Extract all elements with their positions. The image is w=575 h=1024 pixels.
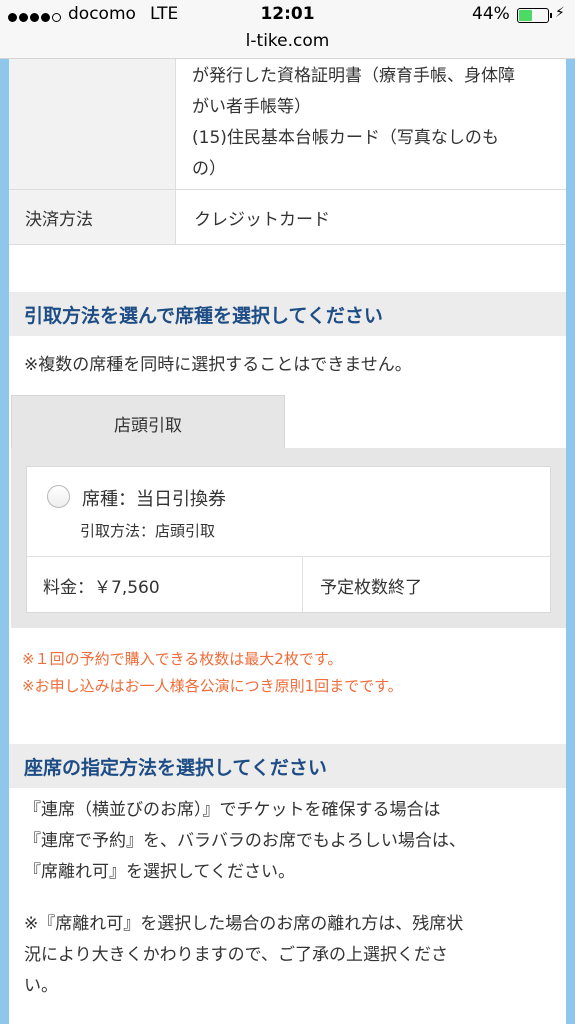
page-content: が発行した資格証明書（療育手帳、身体障 がい者手帳等） (15)住民基本台帳カー… <box>9 59 566 1024</box>
price-label: 料金：￥7,560 <box>43 578 160 598</box>
seat-method-instructions: 『連席（横並びのお席）』でチケットを確保する場合は 『連席で予約』を、バラバラの… <box>24 800 466 882</box>
pickup-section-title: 引取方法を選んで席種を選択してください <box>24 305 383 327</box>
row-header-cell <box>9 59 176 189</box>
seat-option-card[interactable]: 席種：当日引換券 引取方法：店頭引取 料金：￥7,560 予定枚数終了 <box>26 466 551 613</box>
payment-label-cell: 決済方法 <box>9 190 176 244</box>
payment-value: クレジットカード <box>194 210 330 230</box>
seat-type-label: 席種：当日引換券 <box>82 489 226 510</box>
id-documents-row: が発行した資格証明書（療育手帳、身体障 がい者手帳等） (15)住民基本台帳カー… <box>9 59 566 190</box>
browser-topbar: docomo LTE 12:01 44% ⚡ l-tike.com <box>0 0 575 59</box>
tab-store-pickup[interactable]: 店頭引取 <box>11 395 285 449</box>
tab-label: 店頭引取 <box>114 416 182 436</box>
pickup-method-label: 引取方法：店頭引取 <box>80 522 216 540</box>
ticket-limit-warning: ※１回の予約で購入できる枚数は最大2枚です。 <box>22 650 343 668</box>
application-limit-warning: ※お申し込みはお一人様各公演につき原則1回までです。 <box>22 677 403 695</box>
battery-icon <box>517 8 549 23</box>
battery-percent: 44% <box>472 4 510 24</box>
charging-icon: ⚡ <box>555 5 565 21</box>
url-bar[interactable]: l-tike.com <box>0 31 575 51</box>
page-frame-left <box>0 59 9 1024</box>
seat-method-section-header: 座席の指定方法を選択してください <box>9 744 566 788</box>
page-frame-right <box>566 59 575 1024</box>
tab-panel-store-pickup: 席種：当日引換券 引取方法：店頭引取 料金：￥7,560 予定枚数終了 <box>11 448 566 628</box>
multiple-seat-note: ※複数の席種を同時に選択することはできません。 <box>24 355 412 375</box>
availability-status: 予定枚数終了 <box>320 578 422 598</box>
pickup-section-header: 引取方法を選んで席種を選択してください <box>9 292 566 336</box>
payment-row: 決済方法 クレジットカード <box>9 190 566 245</box>
battery-tip <box>550 13 552 18</box>
payment-label: 決済方法 <box>25 210 93 230</box>
id-documents-text: が発行した資格証明書（療育手帳、身体障 がい者手帳等） (15)住民基本台帳カー… <box>192 66 515 179</box>
price-cell: 料金：￥7,560 <box>27 557 303 612</box>
seat-method-section-title: 座席の指定方法を選択してください <box>24 757 327 779</box>
seat-radio-button[interactable] <box>47 485 70 508</box>
separated-seat-note: ※『席離れ可』を選択した場合のお席の離れ方は、残席状 況により大きくかわりますの… <box>24 914 464 996</box>
status-bar: docomo LTE 12:01 44% ⚡ <box>0 4 575 28</box>
